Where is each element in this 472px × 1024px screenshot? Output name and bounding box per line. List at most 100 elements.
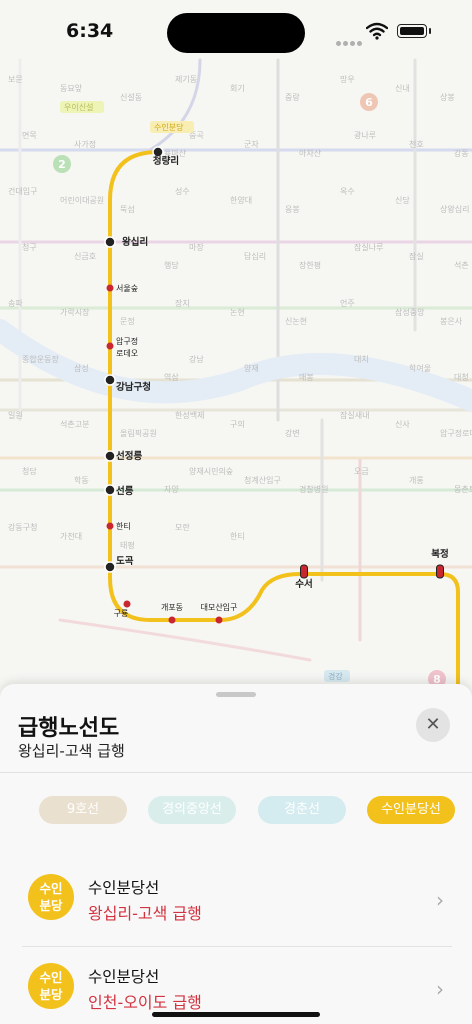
chip-suin-bundang[interactable]: 수인분당선: [367, 796, 455, 824]
map-station-label[interactable]: 응봉: [285, 205, 300, 214]
map-station-label[interactable]: 잠실: [409, 251, 424, 261]
route-row-wangsimni-gosaek[interactable]: 수인 분당 수인분당선 왕십리-고색 급행 ›: [22, 864, 452, 934]
map-station-label[interactable]: 자양: [164, 485, 179, 494]
station-label[interactable]: 강남구청: [116, 381, 151, 393]
map-station-label[interactable]: 청계산입구: [244, 475, 281, 485]
map-station-label[interactable]: 아차산: [299, 148, 322, 158]
map-station-label[interactable]: 군자: [244, 140, 259, 149]
station-label[interactable]: 한티: [116, 522, 131, 531]
map-station-label[interactable]: 대청: [454, 373, 469, 382]
map-station-label[interactable]: 신당: [395, 195, 410, 205]
map-station-label[interactable]: 옥수: [340, 187, 355, 196]
map-station-label[interactable]: 태평: [120, 540, 135, 550]
station-marker[interactable]: [168, 616, 176, 624]
map-station-label[interactable]: 종합운동장: [22, 354, 59, 364]
map-station-label[interactable]: 신내: [395, 84, 410, 93]
map-station-label[interactable]: 가락시장: [60, 307, 90, 317]
map-station-label[interactable]: 답십리: [244, 251, 266, 261]
map-station-label[interactable]: 청구: [22, 243, 37, 252]
station-label[interactable]: 압구정: [116, 336, 138, 346]
map-station-label[interactable]: 봉은사: [440, 317, 463, 326]
map-station-label[interactable]: 송파: [8, 299, 23, 308]
map-station-label[interactable]: 면목: [22, 130, 37, 140]
express-station-marker[interactable]: [436, 564, 444, 579]
map-station-label[interactable]: 신설동: [120, 92, 142, 102]
station-label[interactable]: 서울숲: [116, 284, 138, 293]
transfer-station-marker[interactable]: [104, 236, 116, 248]
map-station-label[interactable]: 한티: [230, 532, 245, 541]
chip-gyeongui-jungang[interactable]: 경의중앙선: [148, 796, 236, 824]
map-station-label[interactable]: 논현: [230, 308, 245, 317]
map-station-label[interactable]: 망우: [340, 74, 355, 84]
map-station-label[interactable]: 강동구청: [8, 522, 37, 532]
station-label[interactable]: 로데오: [116, 349, 138, 358]
map-station-label[interactable]: 경찰병원: [299, 484, 328, 494]
home-indicator[interactable]: [152, 1012, 320, 1017]
map-station-label[interactable]: 몽촌토성: [454, 485, 472, 494]
map-station-label[interactable]: 강동: [454, 148, 469, 158]
transfer-station-marker[interactable]: [104, 561, 116, 573]
map-station-label[interactable]: 보문: [8, 75, 23, 84]
map-station-label[interactable]: 언주: [340, 298, 355, 308]
station-label[interactable]: 개포동: [161, 602, 183, 612]
bottom-sheet[interactable]: 급행노선도 왕십리-고색 급행 ✕ 9호선 경의중앙선 경춘선 수인분당선 수인…: [0, 684, 472, 1024]
map-station-label[interactable]: 잠실새내: [340, 410, 369, 420]
station-label[interactable]: 왕십리: [122, 236, 148, 248]
sheet-grabber[interactable]: [216, 692, 256, 697]
station-label[interactable]: 수서: [295, 578, 312, 590]
map-station-label[interactable]: 사가정: [74, 139, 96, 149]
map-station-label[interactable]: 광나루: [354, 130, 376, 140]
map-station-label[interactable]: 강변: [285, 428, 300, 438]
map-station-label[interactable]: 신논현: [285, 317, 307, 326]
map-station-label[interactable]: 강남: [189, 354, 204, 364]
map-station-label[interactable]: 구의: [230, 419, 245, 429]
transfer-station-marker[interactable]: [104, 374, 116, 386]
map-station-label[interactable]: 석촌: [454, 260, 469, 270]
map-station-label[interactable]: 삼성중앙: [395, 307, 425, 317]
map-station-label[interactable]: 문정: [120, 316, 135, 326]
map-station-label[interactable]: 상봉: [440, 92, 455, 102]
map-station-label[interactable]: 압구정로데오: [440, 428, 472, 438]
map-station-label[interactable]: 마장: [189, 242, 204, 252]
map-station-label[interactable]: 일원: [8, 411, 23, 420]
station-label[interactable]: 선릉: [116, 485, 134, 497]
transfer-station-marker[interactable]: [104, 484, 116, 496]
map-station-label[interactable]: 뚝섬: [120, 204, 135, 214]
map-station-label[interactable]: 중랑: [285, 92, 300, 102]
map-station-label[interactable]: 동묘앞: [60, 83, 83, 93]
map-station-label[interactable]: 제기동: [175, 75, 197, 84]
close-button[interactable]: ✕: [416, 708, 450, 742]
map-station-label[interactable]: 장지: [175, 298, 190, 308]
subway-map[interactable]: 보문동묘앞신설동제기동회기중랑망우신내상봉면목사가정용마산중곡군자아차산광나루천…: [0, 0, 472, 700]
map-station-label[interactable]: 청담: [22, 466, 37, 476]
chip-line-9[interactable]: 9호선: [39, 796, 127, 824]
map-station-label[interactable]: 올림픽공원: [120, 428, 157, 438]
map-station-label[interactable]: 학동: [74, 475, 89, 485]
map-station-label[interactable]: 천호: [409, 139, 424, 149]
map-station-label[interactable]: 양재: [244, 364, 259, 373]
map-station-label[interactable]: 어린이대공원: [60, 195, 104, 205]
map-station-label[interactable]: 학여울: [409, 363, 431, 373]
station-label[interactable]: 도곡: [116, 556, 134, 567]
map-station-label[interactable]: 역삼: [164, 372, 179, 382]
transfer-station-marker[interactable]: [104, 450, 116, 462]
station-label[interactable]: 선정릉: [116, 450, 142, 462]
station-marker[interactable]: [123, 600, 131, 608]
map-station-label[interactable]: 오금: [354, 467, 369, 476]
map-station-label[interactable]: 대치: [354, 355, 369, 364]
station-label[interactable]: 대모산입구: [201, 602, 238, 612]
station-marker[interactable]: [215, 616, 223, 624]
map-station-label[interactable]: 가천대: [60, 531, 82, 541]
express-station-marker[interactable]: [300, 564, 308, 579]
map-station-label[interactable]: 잠실나루: [354, 242, 383, 252]
map-station-label[interactable]: 신사: [395, 420, 410, 429]
station-marker[interactable]: [106, 342, 114, 350]
map-station-label[interactable]: 회기: [230, 84, 245, 93]
map-station-label[interactable]: 건대입구: [8, 186, 37, 196]
station-label[interactable]: 구룡: [114, 609, 129, 618]
map-station-label[interactable]: 삼성: [74, 363, 89, 373]
map-station-label[interactable]: 상왕십리: [440, 204, 469, 214]
map-station-label[interactable]: 양재시민의숲: [189, 466, 233, 476]
map-station-label[interactable]: 신금호: [74, 252, 96, 261]
map-station-label[interactable]: 행당: [164, 260, 179, 270]
